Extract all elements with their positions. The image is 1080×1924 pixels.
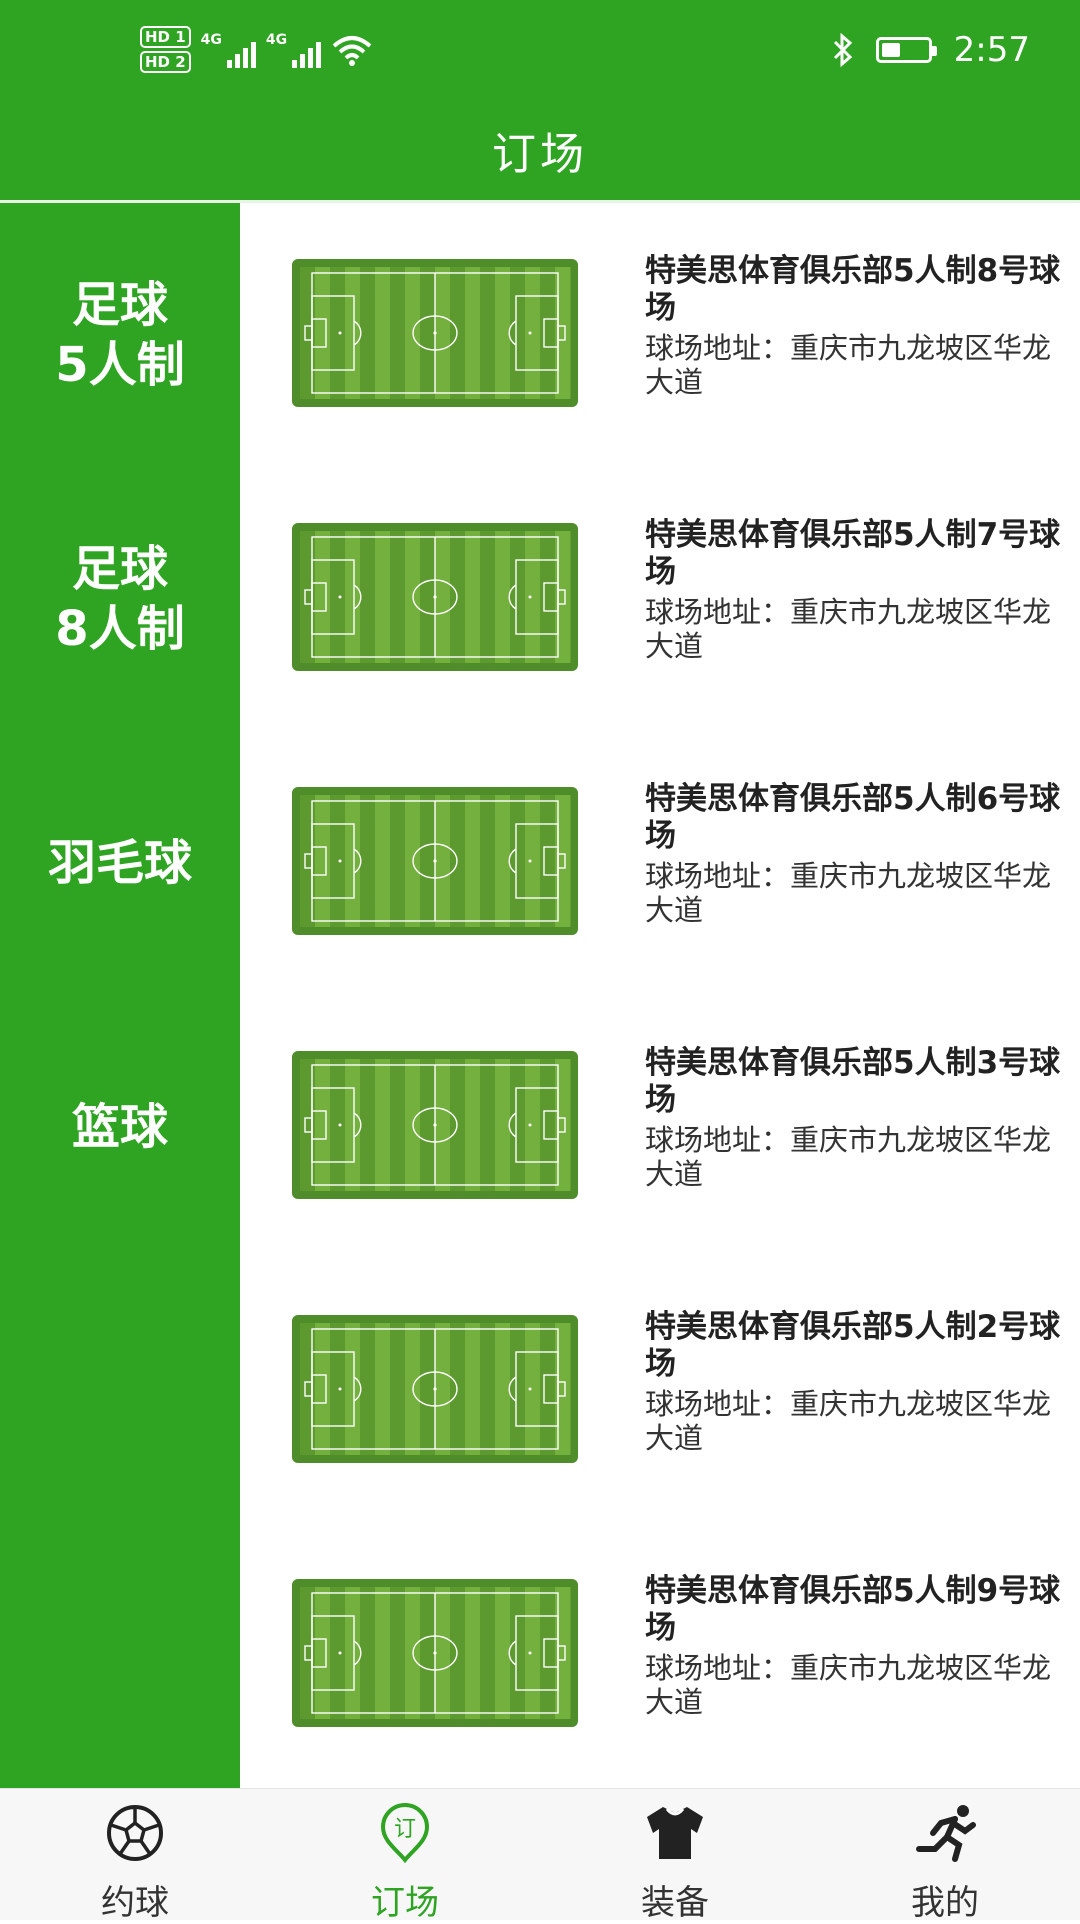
tab-yueqiu[interactable]: 约球 <box>0 1789 270 1923</box>
soccer-field-image <box>292 1579 578 1727</box>
network-type-2: 4G <box>265 31 288 48</box>
hd1-badge: HD 1 <box>140 26 191 48</box>
venue-address: 球场地址：重庆市九龙坡区华龙大道 <box>645 859 1052 927</box>
venue-address: 球场地址：重庆市九龙坡区华龙大道 <box>645 595 1052 663</box>
venue-item[interactable]: 特美思体育俱乐部5人制8号球场 球场地址：重庆市九龙坡区华龙大道 <box>240 203 1080 467</box>
soccer-field-image <box>292 1315 578 1463</box>
venue-name: 特美思体育俱乐部5人制2号球场 <box>645 1309 1061 1382</box>
venue-list[interactable]: 特美思体育俱乐部5人制8号球场 球场地址：重庆市九龙坡区华龙大道 特美思体育俱乐… <box>240 203 1080 1788</box>
category-badminton[interactable]: 羽毛球 <box>0 731 240 995</box>
tab-label: 订场 <box>371 1883 439 1923</box>
hd2-badge: HD 2 <box>140 51 191 73</box>
jersey-icon <box>647 1807 703 1859</box>
venue-address: 球场地址：重庆市九龙坡区华龙大道 <box>645 1387 1052 1455</box>
clock: 2:57 <box>953 30 1030 70</box>
category-label-line2: 5人制 <box>55 337 185 393</box>
category-sidebar: 足球 5人制 足球 8人制 羽毛球 篮球 <box>0 203 240 1788</box>
tab-wode[interactable]: 我的 <box>810 1789 1080 1923</box>
status-left: HD 1 HD 2 4G 4G <box>140 26 373 73</box>
venue-name: 特美思体育俱乐部5人制9号球场 <box>645 1573 1061 1646</box>
title-bar: 订场 <box>0 100 1080 200</box>
signal-icon-2: 4G <box>265 31 322 68</box>
status-right: 2:57 <box>832 30 1030 70</box>
booking-pin-icon: 订 <box>380 1803 430 1863</box>
venue-address: 球场地址：重庆市九龙坡区华龙大道 <box>645 1123 1052 1191</box>
venue-address: 球场地址：重庆市九龙坡区华龙大道 <box>645 331 1052 399</box>
soccer-field-image <box>292 523 578 671</box>
tab-zhuangbei[interactable]: 装备 <box>540 1789 810 1923</box>
category-football-8[interactable]: 足球 8人制 <box>0 467 240 731</box>
wifi-icon <box>332 35 372 66</box>
bottom-tab-bar: 约球 订 订场 装备 我的 <box>0 1788 1080 1923</box>
soccer-ball-icon <box>107 1805 163 1861</box>
venue-name: 特美思体育俱乐部5人制3号球场 <box>645 1045 1061 1118</box>
soccer-field-image <box>292 259 578 407</box>
runner-icon <box>916 1805 976 1862</box>
category-basketball[interactable]: 篮球 <box>0 995 240 1259</box>
page-title: 订场 <box>492 129 588 180</box>
venue-item[interactable]: 特美思体育俱乐部5人制6号球场 球场地址：重庆市九龙坡区华龙大道 <box>240 731 1080 995</box>
venue-name: 特美思体育俱乐部5人制7号球场 <box>645 517 1061 590</box>
category-label-line2: 8人制 <box>55 601 185 657</box>
battery-icon <box>875 37 937 63</box>
status-bar: HD 1 HD 2 4G 4G 2:57 <box>0 0 1080 100</box>
tab-label: 约球 <box>101 1883 169 1923</box>
venue-address: 球场地址：重庆市九龙坡区华龙大道 <box>645 1651 1052 1719</box>
venue-item[interactable]: 特美思体育俱乐部5人制3号球场 球场地址：重庆市九龙坡区华龙大道 <box>240 995 1080 1259</box>
network-type-1: 4G <box>200 31 222 48</box>
category-label-line1: 足球 <box>71 277 168 333</box>
category-label-line1: 足球 <box>71 541 168 597</box>
venue-item[interactable]: 特美思体育俱乐部5人制7号球场 球场地址：重庆市九龙坡区华龙大道 <box>240 467 1080 731</box>
tab-dingchang[interactable]: 订 订场 <box>270 1789 540 1923</box>
venue-item[interactable]: 特美思体育俱乐部5人制9号球场 球场地址：重庆市九龙坡区华龙大道 <box>240 1523 1080 1787</box>
tab-label: 我的 <box>911 1883 979 1923</box>
category-label-line1: 羽毛球 <box>47 835 192 891</box>
soccer-field-image <box>292 1051 578 1199</box>
booking-pin-text: 订 <box>394 1817 416 1842</box>
tab-label: 装备 <box>641 1883 709 1923</box>
hd-indicators: HD 1 HD 2 <box>140 26 191 73</box>
signal-icon-1: 4G <box>201 32 256 68</box>
venue-name: 特美思体育俱乐部5人制6号球场 <box>645 781 1061 854</box>
venue-name: 特美思体育俱乐部5人制8号球场 <box>645 253 1061 326</box>
bluetooth-icon <box>833 33 852 67</box>
venue-item[interactable]: 特美思体育俱乐部5人制2号球场 球场地址：重庆市九龙坡区华龙大道 <box>240 1259 1080 1523</box>
category-label-line1: 篮球 <box>71 1099 168 1155</box>
category-football-5[interactable]: 足球 5人制 <box>0 203 240 467</box>
soccer-field-image <box>292 787 578 935</box>
